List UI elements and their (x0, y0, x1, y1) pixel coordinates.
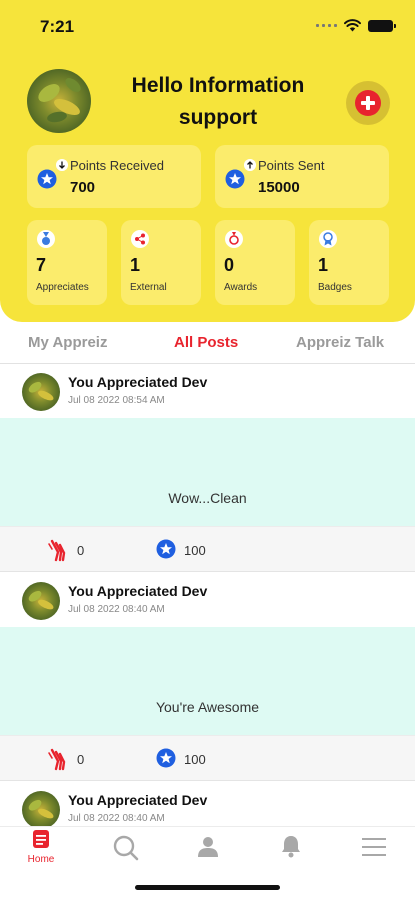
post-author: You Appreciated Dev (68, 792, 208, 808)
arrow-up-icon (244, 159, 256, 171)
stat-value-external: 1 (130, 255, 141, 275)
post-author: You Appreciated Dev (68, 374, 208, 390)
post-date: Jul 08 2022 08:40 AM (68, 813, 165, 824)
star-points-icon[interactable] (156, 539, 176, 559)
post-avatar[interactable] (22, 791, 60, 829)
plus-circle-icon (355, 90, 381, 116)
points-received-value: 700 (70, 179, 96, 196)
post-header[interactable]: You Appreciated Dev Jul 08 2022 08:40 AM (0, 573, 415, 627)
post-date: Jul 08 2022 08:40 AM (68, 604, 165, 615)
stat-label-badges: Badges (318, 282, 352, 293)
clap-count: 0 (77, 752, 85, 767)
stat-value-badges: 1 (318, 255, 329, 275)
share-icon (131, 230, 149, 248)
post-actions: 0 100 (0, 526, 415, 572)
star-points-icon (225, 169, 245, 189)
nav-home[interactable]: Home (11, 827, 71, 873)
post-header[interactable]: You Appreciated Dev Jul 08 2022 08:54 AM (0, 364, 415, 418)
award-icon (225, 230, 243, 248)
battery-icon (368, 19, 396, 32)
tab-my-appreiz[interactable]: My Appreiz (28, 334, 107, 351)
tab-all-posts[interactable]: All Posts (174, 334, 238, 351)
stat-card-badges[interactable]: 1 Badges (309, 220, 389, 305)
home-icon (33, 830, 49, 848)
post-actions: 0 100 (0, 735, 415, 781)
post-date: Jul 08 2022 08:54 AM (68, 395, 165, 406)
post-body[interactable]: You're Awesome (0, 627, 415, 735)
stat-card-awards[interactable]: 0 Awards (215, 220, 295, 305)
menu-icon (362, 838, 386, 856)
points-sent-label: Points Sent (258, 158, 325, 173)
points-count: 100 (184, 543, 206, 558)
post-avatar[interactable] (22, 582, 60, 620)
tab-appreiz-talk[interactable]: Appreiz Talk (296, 334, 384, 351)
nav-menu[interactable] (344, 827, 404, 873)
nav-home-label: Home (27, 854, 55, 865)
post-message: You're Awesome (155, 699, 260, 715)
star-points-icon[interactable] (156, 748, 176, 768)
post-message: Wow...Clean (168, 490, 247, 506)
bell-icon (282, 836, 300, 858)
status-bar: 7:21 (0, 0, 415, 52)
points-sent-value: 15000 (258, 179, 300, 196)
nav-notifications[interactable] (261, 827, 321, 873)
points-received-label: Points Received (70, 158, 164, 173)
status-time: 7:21 (40, 17, 75, 36)
arrow-down-icon (56, 159, 68, 171)
greeting-line-1: Hello Information (131, 74, 305, 97)
status-icons (316, 19, 396, 32)
feed-tabs: My Appreiz All Posts Appreiz Talk (0, 322, 415, 364)
medal-icon (37, 230, 55, 248)
greeting-line-2: support (178, 106, 258, 129)
user-avatar[interactable] (27, 69, 91, 133)
stat-label-external: External (130, 282, 167, 293)
wifi-icon (344, 19, 361, 32)
stat-value-appreciates: 7 (36, 255, 47, 275)
post-avatar[interactable] (22, 373, 60, 411)
points-count: 100 (184, 752, 206, 767)
profile-header: 7:21 Hello Information support Points Re… (0, 0, 415, 322)
clap-icon[interactable] (47, 747, 69, 771)
points-received-card[interactable]: Points Received 700 (27, 145, 201, 208)
profile-icon (198, 837, 218, 857)
star-points-icon (37, 169, 57, 189)
greeting-title: Hello Information support (118, 70, 318, 134)
stat-label-appreciates: Appreciates (36, 282, 89, 293)
stat-card-external[interactable]: 1 External (121, 220, 201, 305)
stat-label-awards: Awards (224, 282, 258, 293)
badge-icon (319, 230, 337, 248)
stat-card-appreciates[interactable]: 7 Appreciates (27, 220, 107, 305)
nav-search[interactable] (95, 827, 155, 873)
nav-profile[interactable] (178, 827, 238, 873)
post-body[interactable]: Wow...Clean (0, 418, 415, 526)
clap-icon[interactable] (47, 538, 69, 562)
clap-count: 0 (77, 543, 85, 558)
cellular-signal-icon (316, 24, 337, 27)
search-icon (113, 835, 139, 861)
add-appreciation-button[interactable] (346, 81, 390, 125)
stat-value-awards: 0 (224, 255, 235, 275)
points-sent-card[interactable]: Points Sent 15000 (215, 145, 389, 208)
post-author: You Appreciated Dev (68, 583, 208, 599)
home-indicator (135, 885, 280, 890)
